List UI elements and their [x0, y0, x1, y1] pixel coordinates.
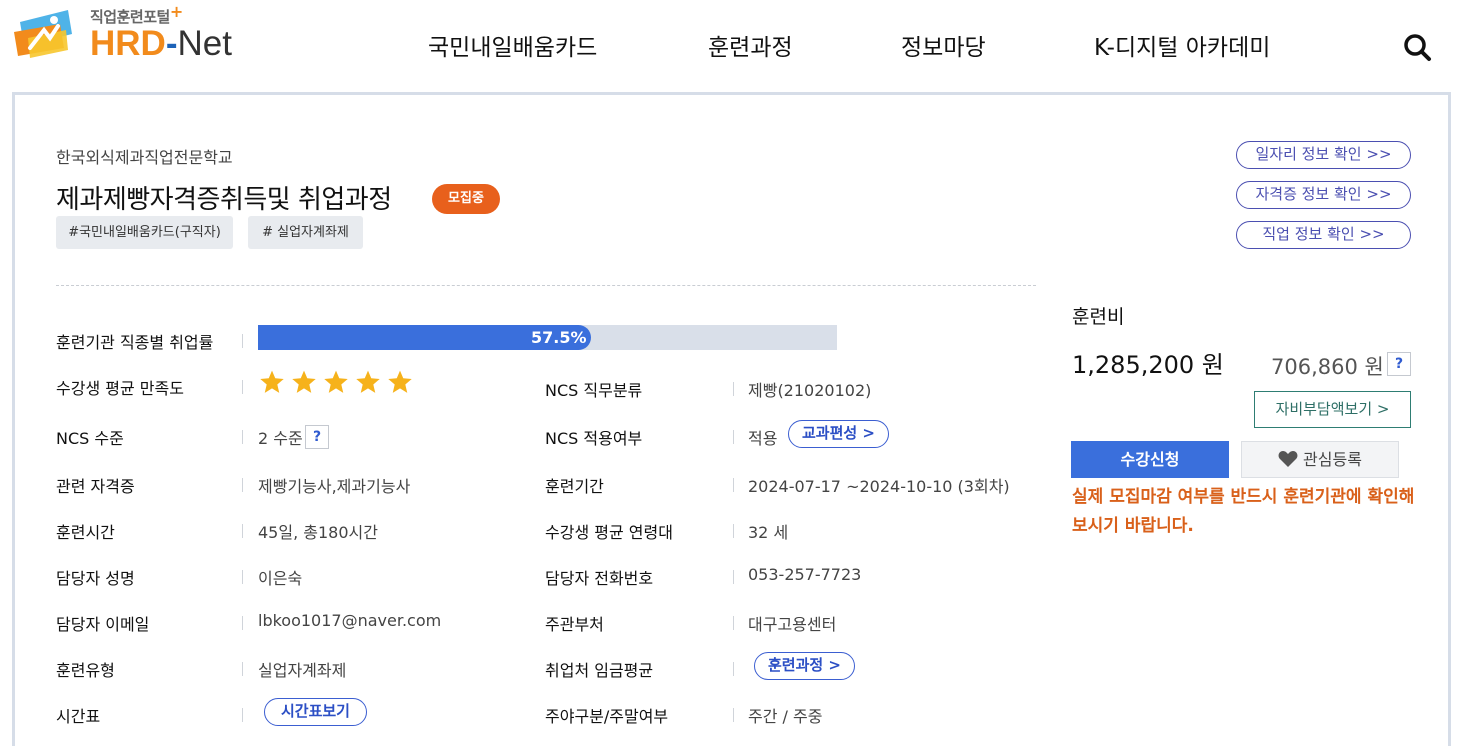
logo-wordmark: HRD-Net [90, 24, 232, 63]
hrd-net-logo[interactable]: 직업훈련포털+ HRD-Net [10, 2, 260, 68]
fee-help-button[interactable]: ? [1387, 352, 1411, 376]
ncs-applied-value: 적용 [748, 429, 778, 448]
section-divider [56, 285, 1036, 286]
training-org-name: 한국외식제과직업전문학교 [56, 148, 233, 167]
ncs-level-help-button[interactable]: ? [305, 425, 329, 449]
tag-learning-card: #국민내일배움카드(구직자) [56, 216, 233, 249]
timetable-button[interactable]: 시간표보기 [264, 698, 367, 726]
day-night-label: 주야구분/주말여부 [545, 707, 669, 726]
row-separator [242, 334, 243, 348]
ncs-category-label: NCS 직무분류 [545, 381, 643, 400]
row-separator [733, 570, 734, 584]
avg-age-value: 32 세 [748, 523, 789, 542]
training-type-label: 훈련유형 [56, 661, 115, 680]
training-fee-total: 1,285,200 원 [1072, 351, 1224, 379]
training-period-label: 훈련기간 [545, 477, 604, 496]
row-separator [242, 430, 243, 444]
row-separator [733, 430, 734, 444]
row-separator [242, 708, 243, 722]
course-link-button[interactable]: 훈련과정 > [754, 652, 855, 680]
nav-item-k-digital[interactable]: K-디지털 아카데미 [1094, 28, 1270, 62]
star-icon [260, 370, 284, 393]
related-cert-label: 관련 자격증 [56, 477, 135, 496]
training-hours-label: 훈련시간 [56, 523, 115, 542]
ncs-category-value: 제빵(21020102) [748, 381, 872, 400]
avg-age-label: 수강생 평균 연령대 [545, 523, 673, 542]
self-pay-button[interactable]: 자비부담액보기 > [1254, 391, 1411, 428]
star-icon [356, 370, 380, 393]
search-icon[interactable] [1402, 32, 1432, 62]
row-separator [242, 524, 243, 538]
manager-email-label: 담당자 이메일 [56, 615, 150, 634]
deadline-notice: 실제 모집마감 여부를 반드시 훈련기관에 확인해보시기 바랍니다. [1072, 487, 1415, 536]
wishlist-label: 관심등록 [1303, 450, 1362, 469]
nav-item-courses[interactable]: 훈련과정 [708, 28, 793, 62]
nav-item-learning-card[interactable]: 국민내일배움카드 [428, 28, 597, 62]
wishlist-button[interactable]: 관심등록 [1241, 441, 1399, 478]
row-separator [242, 662, 243, 676]
row-separator [733, 382, 734, 396]
ncs-level-label: NCS 수준 [56, 429, 124, 448]
ncs-applied-label: NCS 적용여부 [545, 429, 643, 448]
row-separator [733, 662, 734, 676]
manager-phone-label: 담당자 전화번호 [545, 569, 654, 588]
logo-mark-icon [14, 10, 72, 58]
manager-email-value: lbkoo1017@naver.com [258, 611, 442, 630]
ministry-label: 주관부처 [545, 615, 604, 634]
occupation-info-link-button[interactable]: 직업 정보 확인 >> [1236, 221, 1411, 249]
apply-button[interactable]: 수강신청 [1071, 441, 1229, 478]
row-separator [733, 478, 734, 492]
employment-rate-bar: 57.5% [258, 325, 837, 350]
ncs-level-value: 2 수준 [258, 429, 303, 448]
employment-rate-label: 훈련기관 직종별 취업률 [56, 333, 214, 352]
timetable-label: 시간표 [56, 707, 101, 726]
manager-name-value: 이은숙 [258, 569, 303, 588]
star-icon [388, 370, 412, 393]
nav-item-info[interactable]: 정보마당 [901, 28, 986, 62]
avg-wage-label: 취업처 임금평균 [545, 661, 654, 680]
row-separator [242, 380, 243, 394]
course-title: 제과제빵자격증취득및 취업과정 [56, 185, 392, 215]
course-detail-panel: 한국외식제과직업전문학교 제과제빵자격증취득및 취업과정 모집중 #국민내일배움… [12, 92, 1451, 746]
site-header: 직업훈련포털+ HRD-Net 국민내일배움카드 훈련과정 정보마당 K-디지털… [0, 0, 1460, 92]
tag-account-system: # 실업자계좌제 [248, 216, 363, 249]
certificate-info-link-button[interactable]: 자격증 정보 확인 >> [1236, 181, 1411, 209]
star-icon [292, 370, 316, 393]
training-hours-value: 45일, 총180시간 [258, 523, 378, 542]
heart-icon [1278, 451, 1298, 467]
job-info-link-button[interactable]: 일자리 정보 확인 >> [1236, 141, 1411, 169]
manager-phone-value: 053-257-7723 [748, 565, 862, 584]
status-badge: 모집중 [432, 184, 500, 214]
training-period-value: 2024-07-17 ~2024-10-10 (3회차) [748, 477, 1010, 496]
row-separator [733, 708, 734, 722]
row-separator [733, 524, 734, 538]
satisfaction-label: 수강생 평균 만족도 [56, 379, 184, 398]
self-pay-amount: 706,860 원 [1271, 355, 1384, 379]
training-type-value: 실업자계좌제 [258, 661, 347, 680]
ministry-value: 대구고용센터 [748, 615, 837, 634]
row-separator [733, 616, 734, 630]
star-icon [324, 370, 348, 393]
day-night-value: 주간 / 주중 [748, 707, 823, 726]
row-separator [242, 478, 243, 492]
employment-rate-value: 57.5% [531, 328, 587, 347]
manager-name-label: 담당자 성명 [56, 569, 135, 588]
row-separator [242, 570, 243, 584]
curriculum-button[interactable]: 교과편성 > [788, 420, 889, 448]
training-fee-title: 훈련비 [1072, 306, 1125, 328]
related-cert-value: 제빵기능사,제과기능사 [258, 477, 411, 496]
row-separator [242, 616, 243, 630]
